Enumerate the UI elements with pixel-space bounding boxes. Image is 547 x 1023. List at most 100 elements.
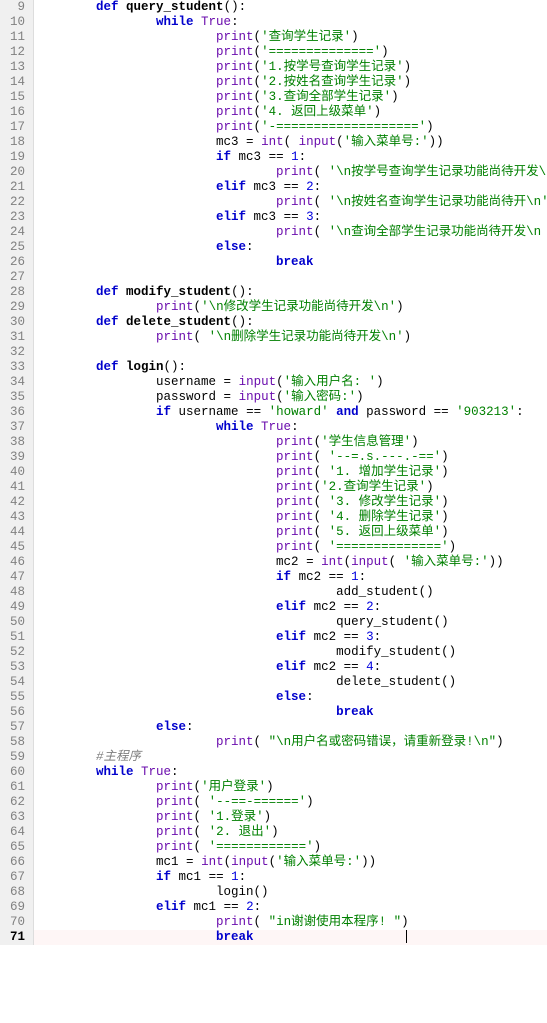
code-line[interactable]: print( "in谢谢使用本程序! ") [34,915,547,930]
code-line[interactable]: print( '--=.s.---.-==') [34,450,547,465]
code-line[interactable]: while True: [34,15,547,30]
token: ( [389,555,404,569]
token: True [201,15,231,29]
code-line[interactable]: print('1.按学号查询学生记录') [34,60,547,75]
token: query_student [126,0,224,14]
code-line[interactable]: print( '==============') [34,540,547,555]
line-number: 41 [4,480,25,495]
code-line[interactable]: password = input('输入密码:') [34,390,547,405]
line-number: 16 [4,105,25,120]
code-line[interactable]: elif mc1 == 2: [34,900,547,915]
token: '输入密码:' [284,390,357,404]
code-line[interactable]: print( '\n按姓名查询学生记录功能尚待开\n') [34,195,547,210]
code-line[interactable]: if mc2 == 1: [34,570,547,585]
code-line[interactable]: print( '2. 退出') [34,825,547,840]
code-line[interactable]: elif mc2 == 4: [34,660,547,675]
token: mc1 [179,870,209,884]
token: ) [426,480,434,494]
text-cursor [406,930,407,943]
code-area[interactable]: def query_student(): while True: print('… [34,0,547,945]
code-line[interactable]: if mc1 == 1: [34,870,547,885]
code-line[interactable]: while True: [34,420,547,435]
code-line[interactable]: elif mc3 == 2: [34,180,547,195]
code-line[interactable] [34,345,547,360]
code-line[interactable]: print('==============') [34,45,547,60]
code-line[interactable]: print( '1. 增加学生记录') [34,465,547,480]
code-line[interactable]: mc1 = int(input('输入菜单号:')) [34,855,547,870]
token: : [314,210,322,224]
code-line[interactable]: print('2.按姓名查询学生记录') [34,75,547,90]
code-line[interactable]: print( '============') [34,840,547,855]
code-line[interactable]: elif mc2 == 2: [34,600,547,615]
token: if [216,150,239,164]
code-line[interactable]: def modify_student(): [34,285,547,300]
token: mc1 [194,900,224,914]
code-line[interactable]: print('4. 返回上级菜单') [34,105,547,120]
line-number: 71 [4,930,25,945]
code-line[interactable]: elif mc2 == 3: [34,630,547,645]
code-line[interactable]: print( '\n查询全部学生记录功能尚待开发\n ') [34,225,547,240]
code-line[interactable]: print('2.查询学生记录') [34,480,547,495]
token: '============' [209,840,314,854]
token: elif [276,600,314,614]
line-number: 10 [4,15,25,30]
code-line[interactable]: print('用户登录') [34,780,547,795]
code-line[interactable]: print('3.查询全部学生记录') [34,90,547,105]
code-line[interactable]: mc3 = int( input('输入菜单号:')) [34,135,547,150]
code-line[interactable]: def login(): [34,360,547,375]
token: == [209,870,232,884]
code-line[interactable]: def query_student(): [34,0,547,15]
code-line[interactable]: delete_student() [34,675,547,690]
line-number: 61 [4,780,25,795]
code-line[interactable]: print( '4. 删除学生记录') [34,510,547,525]
code-line[interactable]: print( '--==-======') [34,795,547,810]
code-line[interactable]: print( '3. 修改学生记录') [34,495,547,510]
token: else [156,720,186,734]
token: ( [194,300,202,314]
token: print [216,735,254,749]
token: = [224,390,239,404]
code-line[interactable]: query_student() [34,615,547,630]
line-number: 25 [4,240,25,255]
token: int [321,555,344,569]
code-line[interactable]: while True: [34,765,547,780]
code-line[interactable]: print( "\n用户名或密码错误，请重新登录!\n") [34,735,547,750]
code-line[interactable]: username = input('输入用户名: ') [34,375,547,390]
line-number: 66 [4,855,25,870]
code-line[interactable]: else: [34,690,547,705]
token: ) [381,45,389,59]
code-line[interactable]: print( '\n删除学生记录功能尚待开发\n') [34,330,547,345]
code-line[interactable]: login() [34,885,547,900]
token: int [201,855,224,869]
code-line[interactable]: else: [34,720,547,735]
token: '1.按学号查询学生记录' [261,60,404,74]
code-line[interactable]: #主程序 [34,750,547,765]
code-line[interactable]: add_student() [34,585,547,600]
token: '--=.s.---.-==' [329,450,442,464]
line-number: 29 [4,300,25,315]
code-line[interactable]: if mc3 == 1: [34,150,547,165]
code-line[interactable]: break [34,930,547,945]
code-line[interactable]: else: [34,240,547,255]
code-line[interactable]: def delete_student(): [34,315,547,330]
code-line[interactable]: print('学生信息管理') [34,435,547,450]
code-line[interactable]: print('查询学生记录') [34,30,547,45]
token: break [216,930,254,944]
line-number: 64 [4,825,25,840]
code-line[interactable]: if username == 'howard' and password == … [34,405,547,420]
code-line[interactable]: print('-===================') [34,120,547,135]
token: print [276,435,314,449]
code-line[interactable]: print( '\n按学号查询学生记录功能尚待开发\n ') [34,165,547,180]
code-line[interactable]: break [34,705,547,720]
code-line[interactable]: print( '1.登录') [34,810,547,825]
line-number: 46 [4,555,25,570]
code-line[interactable]: modify_student() [34,645,547,660]
code-line[interactable]: print('\n修改学生记录功能尚待开发\n') [34,300,547,315]
token: ( [276,375,284,389]
code-line[interactable]: break [34,255,547,270]
code-line[interactable]: mc2 = int(input( '输入菜单号:')) [34,555,547,570]
code-line[interactable]: elif mc3 == 3: [34,210,547,225]
code-editor[interactable]: 9101112131415161718192021222324252627282… [0,0,547,945]
code-line[interactable] [34,270,547,285]
code-line[interactable]: print( '5. 返回上级菜单') [34,525,547,540]
